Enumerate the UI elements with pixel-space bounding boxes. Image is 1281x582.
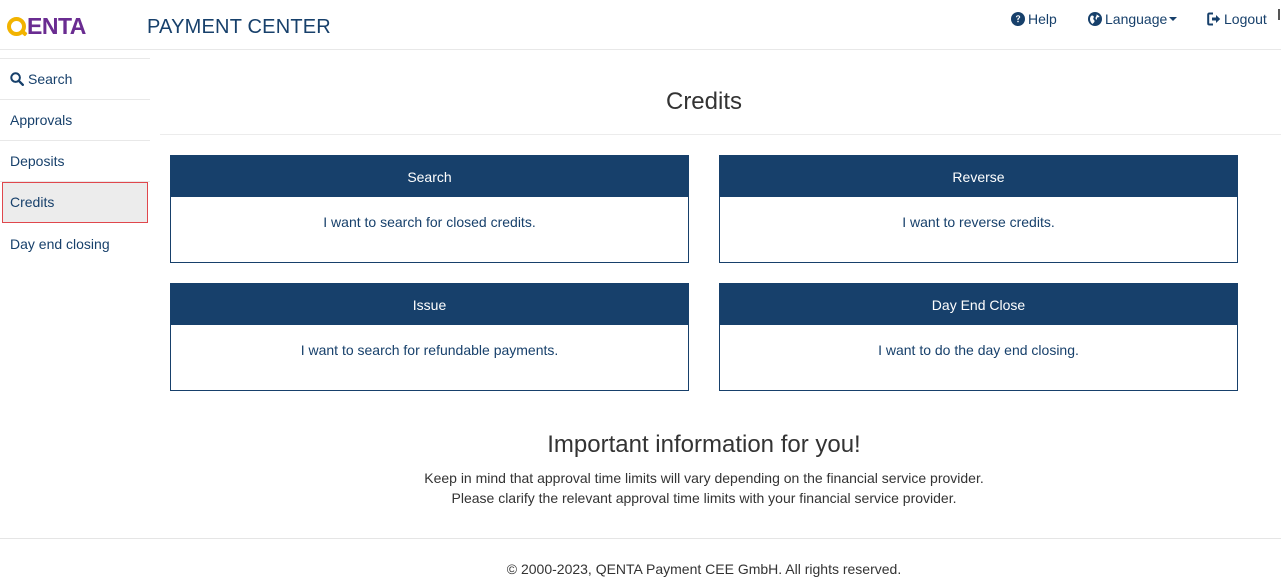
sidebar-item-label: Credits [10,194,55,210]
info-title: Important information for you! [547,431,861,458]
sidebar-item-label: Search [28,71,73,87]
card-description: I want to search for refundable payments… [300,342,559,358]
card-description: I want to reverse credits. [902,214,1055,230]
logo-q-mark [7,16,26,36]
question-circle-icon [1011,12,1025,26]
app-title: PAYMENT CENTER [147,16,331,38]
sidebar-item-credits[interactable]: Credits [2,182,148,223]
card-title: Reverse [720,156,1237,197]
help-link[interactable]: Help [1011,10,1057,28]
help-label: Help [1028,11,1057,27]
sidebar-item-search[interactable]: Search [0,59,150,100]
sign-out-icon [1207,12,1221,26]
qenta-logo[interactable]: ENTA [7,12,86,40]
sidebar-item-day-end-closing[interactable]: Day end closing [0,223,150,264]
day-end-close-card[interactable]: Day End Close I want to do the day end c… [719,283,1238,391]
card-title: Search [171,156,688,197]
search-icon [10,72,24,86]
card-description: I want to do the day end closing. [878,342,1079,358]
title-divider [160,134,1281,135]
sidebar: Search Approvals Deposits Credits Day en… [0,58,150,264]
sidebar-item-label: Approvals [10,112,73,128]
globe-icon [1088,12,1102,26]
sidebar-item-approvals[interactable]: Approvals [0,100,150,141]
language-label: Language [1105,11,1168,27]
logout-link[interactable]: Logout [1207,10,1267,28]
sidebar-item-deposits[interactable]: Deposits [0,141,150,182]
footer-copyright: © 2000-2023, QENTA Payment CEE GmbH. All… [506,561,902,577]
sidebar-item-label: Day end closing [10,235,110,252]
card-description: I want to search for closed credits. [323,214,536,230]
footer-divider [0,538,1281,539]
reverse-credits-card[interactable]: Reverse I want to reverse credits. [719,155,1238,263]
search-credits-card[interactable]: Search I want to search for closed credi… [170,155,689,263]
issue-credit-card[interactable]: Issue I want to search for refundable pa… [170,283,689,391]
info-text-line-2: Please clarify the relevant approval tim… [451,490,957,506]
edge-fragment [1278,9,1280,20]
language-dropdown[interactable]: Language [1088,10,1178,28]
logo-wordmark: ENTA [27,13,86,39]
caret-down-icon [1169,17,1178,21]
header: ENTA PAYMENT CENTER Help Language Logout [0,0,1281,50]
card-title: Issue [171,284,688,325]
card-title: Day End Close [720,284,1237,325]
page-title: Credits [665,88,743,115]
sidebar-item-label: Deposits [10,153,65,169]
logout-label: Logout [1224,11,1267,27]
info-text-line-1: Keep in mind that approval time limits w… [424,470,984,486]
